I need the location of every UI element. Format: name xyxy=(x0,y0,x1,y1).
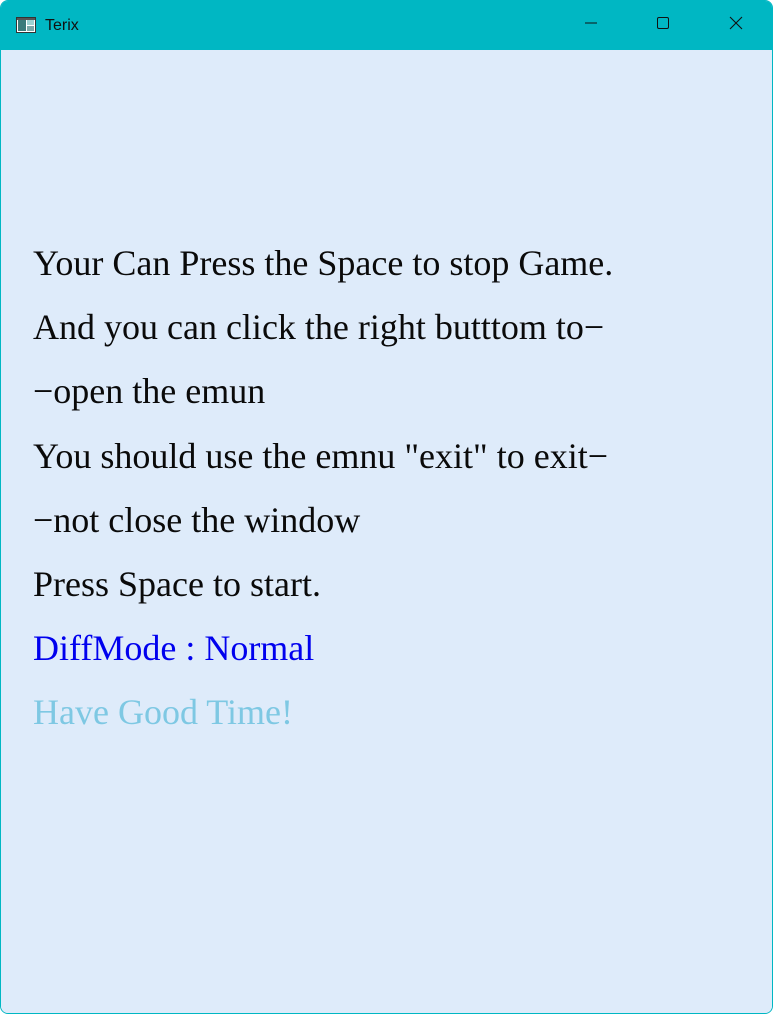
app-window-icon xyxy=(16,17,36,33)
close-button[interactable] xyxy=(701,1,771,50)
instruction-line-menu-cont: −open the emun xyxy=(33,371,266,411)
instruction-line-exit: You should use the emnu "exit" to exit− xyxy=(33,436,609,476)
maximize-button[interactable] xyxy=(628,1,698,50)
difficulty-mode-label: DiffMode : Normal xyxy=(33,628,315,668)
instruction-line-start: Press Space to start. xyxy=(33,564,321,604)
minimize-icon xyxy=(583,15,599,36)
greeting-text: Have Good Time! xyxy=(33,692,293,732)
window-title: Terix xyxy=(45,17,79,34)
maximize-icon xyxy=(655,15,671,36)
game-canvas[interactable]: Your Can Press the Space to stop Game. A… xyxy=(1,50,772,1013)
minimize-button[interactable] xyxy=(556,1,626,50)
instruction-line-menu: And you can click the right butttom to− xyxy=(33,307,605,347)
app-window: Terix Your Can Press the Space to stop G… xyxy=(0,0,773,1014)
title-bar[interactable]: Terix xyxy=(1,1,772,50)
close-icon xyxy=(728,15,744,36)
instruction-line-exit-cont: −not close the window xyxy=(33,500,361,540)
instruction-line-pause: Your Can Press the Space to stop Game. xyxy=(33,243,614,283)
